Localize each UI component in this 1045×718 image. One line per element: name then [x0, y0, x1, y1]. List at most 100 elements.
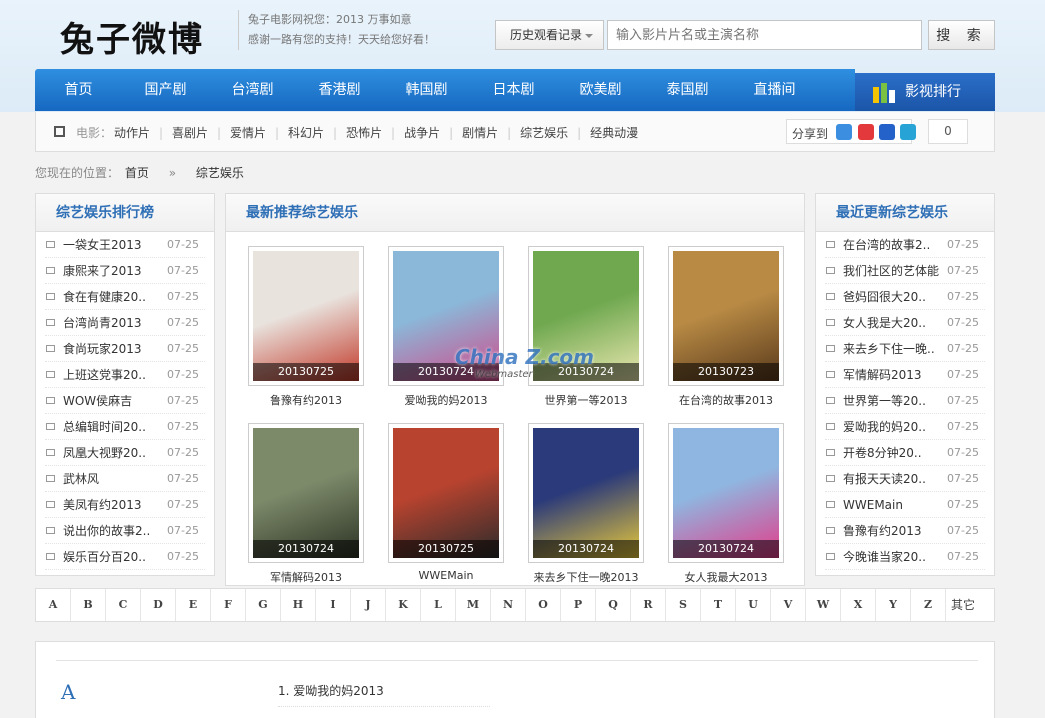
list-item-title[interactable]: 食在有健康20.. — [63, 290, 146, 304]
category-link[interactable]: 战争片 — [404, 124, 440, 141]
alphabet-letter[interactable]: C — [106, 589, 141, 621]
alphabet-letter[interactable]: A — [36, 589, 71, 621]
list-item-title[interactable]: WWEMain — [843, 498, 903, 512]
list-item[interactable]: 总编辑时间20.. 07-25 — [45, 414, 205, 440]
list-item[interactable]: 军情解码2013 07-25 — [825, 362, 985, 388]
video-title[interactable]: 在台湾的故事2013 — [668, 392, 784, 408]
video-card[interactable]: 20130725 鲁豫有约2013 — [248, 246, 364, 408]
search-button[interactable]: 搜 索 — [928, 20, 995, 50]
list-item-title[interactable]: 上班这党事20.. — [63, 368, 146, 382]
list-item-title[interactable]: 美凤有约2013 — [63, 498, 142, 512]
category-link[interactable]: 综艺娱乐 — [520, 124, 568, 141]
list-item[interactable]: 一袋女王2013 07-25 — [45, 232, 205, 258]
list-item-title[interactable]: 今晚谁当家20.. — [843, 550, 926, 564]
poster-thumbnail[interactable]: 20130724 — [528, 423, 644, 563]
nav-item[interactable]: 香港剧 — [296, 69, 383, 111]
category-link[interactable]: 科幻片 — [288, 124, 324, 141]
alphabet-letter[interactable]: D — [141, 589, 176, 621]
alphabet-letter[interactable]: Q — [596, 589, 631, 621]
list-item-title[interactable]: 来去乡下住一晚.. — [843, 342, 935, 356]
category-link[interactable]: 经典动漫 — [590, 124, 638, 141]
category-link[interactable]: 恐怖片 — [346, 124, 382, 141]
list-item[interactable]: 我们社区的艺体能 07-25 — [825, 258, 985, 284]
alphabet-letter[interactable]: H — [281, 589, 316, 621]
list-item-title[interactable]: 台湾尚青2013 — [63, 316, 142, 330]
alphabet-letter[interactable]: G — [246, 589, 281, 621]
list-item[interactable]: 台湾尚青2013 07-25 — [45, 310, 205, 336]
list-item-title[interactable]: 爸妈囧很大20.. — [843, 290, 926, 304]
video-title[interactable]: 来去乡下住一晚2013 — [528, 569, 644, 585]
alphabet-letter[interactable]: N — [491, 589, 526, 621]
alphabet-letter[interactable]: 其它 — [946, 589, 980, 621]
poster-thumbnail[interactable]: 20130724 — [248, 423, 364, 563]
history-dropdown[interactable]: 历史观看记录 — [495, 20, 604, 50]
list-item[interactable]: 食在有健康20.. 07-25 — [45, 284, 205, 310]
list-item-title[interactable]: 在台湾的故事2.. — [843, 238, 930, 252]
video-title[interactable]: WWEMain — [388, 569, 504, 582]
breadcrumb-current[interactable]: 综艺娱乐 — [196, 164, 244, 181]
list-item-title[interactable]: 军情解码2013 — [843, 368, 922, 382]
site-logo[interactable]: 兔子微博 — [60, 12, 204, 61]
nav-item[interactable]: 国产剧 — [122, 69, 209, 111]
video-title[interactable]: 世界第一等2013 — [528, 392, 644, 408]
alphabet-letter[interactable]: S — [666, 589, 701, 621]
list-item[interactable]: 在台湾的故事2.. 07-25 — [825, 232, 985, 258]
list-item[interactable]: 今晚谁当家20.. 07-25 — [825, 544, 985, 570]
nav-item[interactable]: 台湾剧 — [209, 69, 296, 111]
alphabet-letter[interactable]: I — [316, 589, 351, 621]
video-card[interactable]: 20130724 女人我最大2013 — [668, 423, 784, 585]
list-item[interactable]: 凤凰大视野20.. 07-25 — [45, 440, 205, 466]
nav-item[interactable]: 泰国剧 — [644, 69, 731, 111]
video-title[interactable]: 鲁豫有约2013 — [248, 392, 364, 408]
poster-thumbnail[interactable]: 20130724 — [668, 423, 784, 563]
video-card[interactable]: 20130724 来去乡下住一晚2013 — [528, 423, 644, 585]
category-link[interactable]: 动作片 — [114, 124, 150, 141]
rank-tab[interactable]: 影视排行 — [855, 73, 995, 111]
poster-thumbnail[interactable]: 20130723 — [668, 246, 784, 386]
alphabet-letter[interactable]: X — [841, 589, 876, 621]
list-item[interactable]: 女人我是大20.. 07-25 — [825, 310, 985, 336]
list-item[interactable]: WOW侯麻吉 07-25 — [45, 388, 205, 414]
list-item[interactable]: 爱呦我的妈20.. 07-25 — [825, 414, 985, 440]
list-item-title[interactable]: 康熙来了2013 — [63, 264, 142, 278]
video-card[interactable]: 20130724 爱呦我的妈2013 — [388, 246, 504, 408]
pengyou-icon[interactable] — [900, 124, 916, 140]
list-item-title[interactable]: 凤凰大视野20.. — [63, 446, 146, 460]
list-item[interactable]: 娱乐百分百20.. 07-25 — [45, 544, 205, 570]
list-item-title[interactable]: 说出你的故事2.. — [63, 524, 150, 538]
category-link[interactable]: 剧情片 — [462, 124, 498, 141]
alphabet-letter[interactable]: T — [701, 589, 736, 621]
list-item-title[interactable]: 开卷8分钟20.. — [843, 446, 922, 460]
list-item-title[interactable]: WOW侯麻吉 — [63, 394, 132, 408]
alphabet-letter[interactable]: J — [351, 589, 386, 621]
video-title[interactable]: 军情解码2013 — [248, 569, 364, 585]
alphabet-letter[interactable]: F — [211, 589, 246, 621]
alphabet-letter[interactable]: P — [561, 589, 596, 621]
alphabet-letter[interactable]: U — [736, 589, 771, 621]
alphabet-letter[interactable]: B — [71, 589, 106, 621]
alphabet-letter[interactable]: R — [631, 589, 666, 621]
alphabet-letter[interactable]: V — [771, 589, 806, 621]
nav-item[interactable]: 直播间 — [731, 69, 818, 111]
list-item[interactable]: 有报天天读20.. 07-25 — [825, 466, 985, 492]
list-item-title[interactable]: 女人我是大20.. — [843, 316, 926, 330]
list-item-title[interactable]: 一袋女王2013 — [63, 238, 142, 252]
alphabet-letter[interactable]: L — [421, 589, 456, 621]
poster-thumbnail[interactable]: 20130725 — [248, 246, 364, 386]
alphabet-letter[interactable]: O — [526, 589, 561, 621]
list-item[interactable]: 开卷8分钟20.. 07-25 — [825, 440, 985, 466]
list-item[interactable]: WWEMain 07-25 — [825, 492, 985, 518]
alphabet-letter[interactable]: W — [806, 589, 841, 621]
alphabet-letter[interactable]: K — [386, 589, 421, 621]
list-item-title[interactable]: 世界第一等20.. — [843, 394, 926, 408]
nav-item[interactable]: 首页 — [35, 69, 122, 111]
category-link[interactable]: 爱情片 — [230, 124, 266, 141]
alphabet-letter[interactable]: Y — [876, 589, 911, 621]
list-item-title[interactable]: 娱乐百分百20.. — [63, 550, 146, 564]
weibo-icon[interactable] — [858, 124, 874, 140]
list-item-title[interactable]: 总编辑时间20.. — [63, 420, 146, 434]
video-card[interactable]: 20130724 军情解码2013 — [248, 423, 364, 585]
list-item[interactable]: 食尚玩家2013 07-25 — [45, 336, 205, 362]
search-input[interactable] — [607, 20, 922, 50]
alphabet-letter[interactable]: E — [176, 589, 211, 621]
